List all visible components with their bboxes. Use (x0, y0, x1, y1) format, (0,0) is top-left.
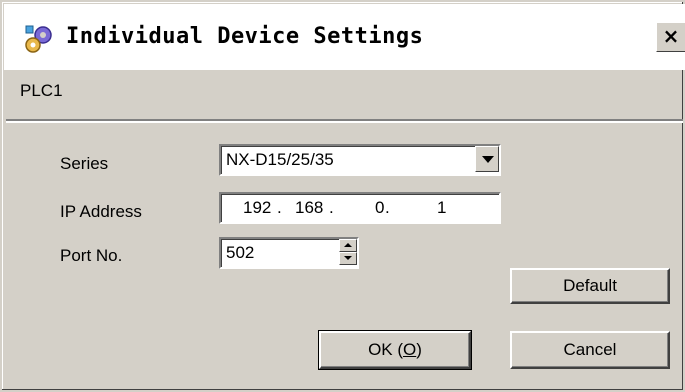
series-label: Series (60, 154, 109, 173)
cancel-button[interactable]: Cancel (510, 331, 670, 369)
device-settings-icon (25, 25, 52, 53)
ip-dot-2: . (329, 198, 334, 217)
individual-device-settings-dialog: Individual Device Settings × PLC1 Series… (0, 0, 685, 392)
ip-octet-3[interactable]: 0 (375, 198, 384, 218)
ok-button[interactable]: OK (O) (319, 331, 471, 369)
ok-button-frame: OK (O) (318, 330, 472, 370)
ip-dot-3: . (385, 198, 390, 217)
close-icon: × (662, 24, 680, 48)
ip-address-label: IP Address (60, 202, 142, 221)
device-name: PLC1 (20, 81, 63, 100)
ip-octet-2[interactable]: 168 (295, 198, 323, 218)
series-dropdown[interactable]: NX-D15/25/35 (219, 144, 501, 176)
series-dropdown-button[interactable] (475, 146, 499, 172)
spin-up-icon (344, 243, 352, 247)
ok-label-suffix: ) (416, 340, 422, 359)
ok-label-mnemonic: O (403, 340, 417, 359)
port-number-value[interactable]: 502 (226, 243, 254, 263)
close-button[interactable]: × (656, 22, 685, 52)
ip-address-field[interactable]: 192 . 168 . 0 . 1 (219, 192, 501, 224)
series-selected-value: NX-D15/25/35 (226, 150, 334, 169)
divider (6, 119, 683, 123)
ip-octet-1[interactable]: 192 (243, 198, 271, 218)
port-number-label: Port No. (60, 246, 123, 265)
ok-label-prefix: OK ( (368, 340, 404, 359)
port-decrement-button[interactable] (339, 252, 357, 265)
spin-down-icon (344, 256, 352, 260)
title-bar: Individual Device Settings × (4, 4, 685, 70)
default-button[interactable]: Default (510, 268, 670, 304)
ip-dot-1: . (277, 198, 282, 217)
ip-octet-4[interactable]: 1 (437, 198, 446, 218)
window-title: Individual Device Settings (66, 24, 424, 49)
chevron-down-icon (482, 156, 494, 163)
port-increment-button[interactable] (339, 239, 357, 252)
port-number-stepper[interactable]: 502 (219, 237, 359, 269)
